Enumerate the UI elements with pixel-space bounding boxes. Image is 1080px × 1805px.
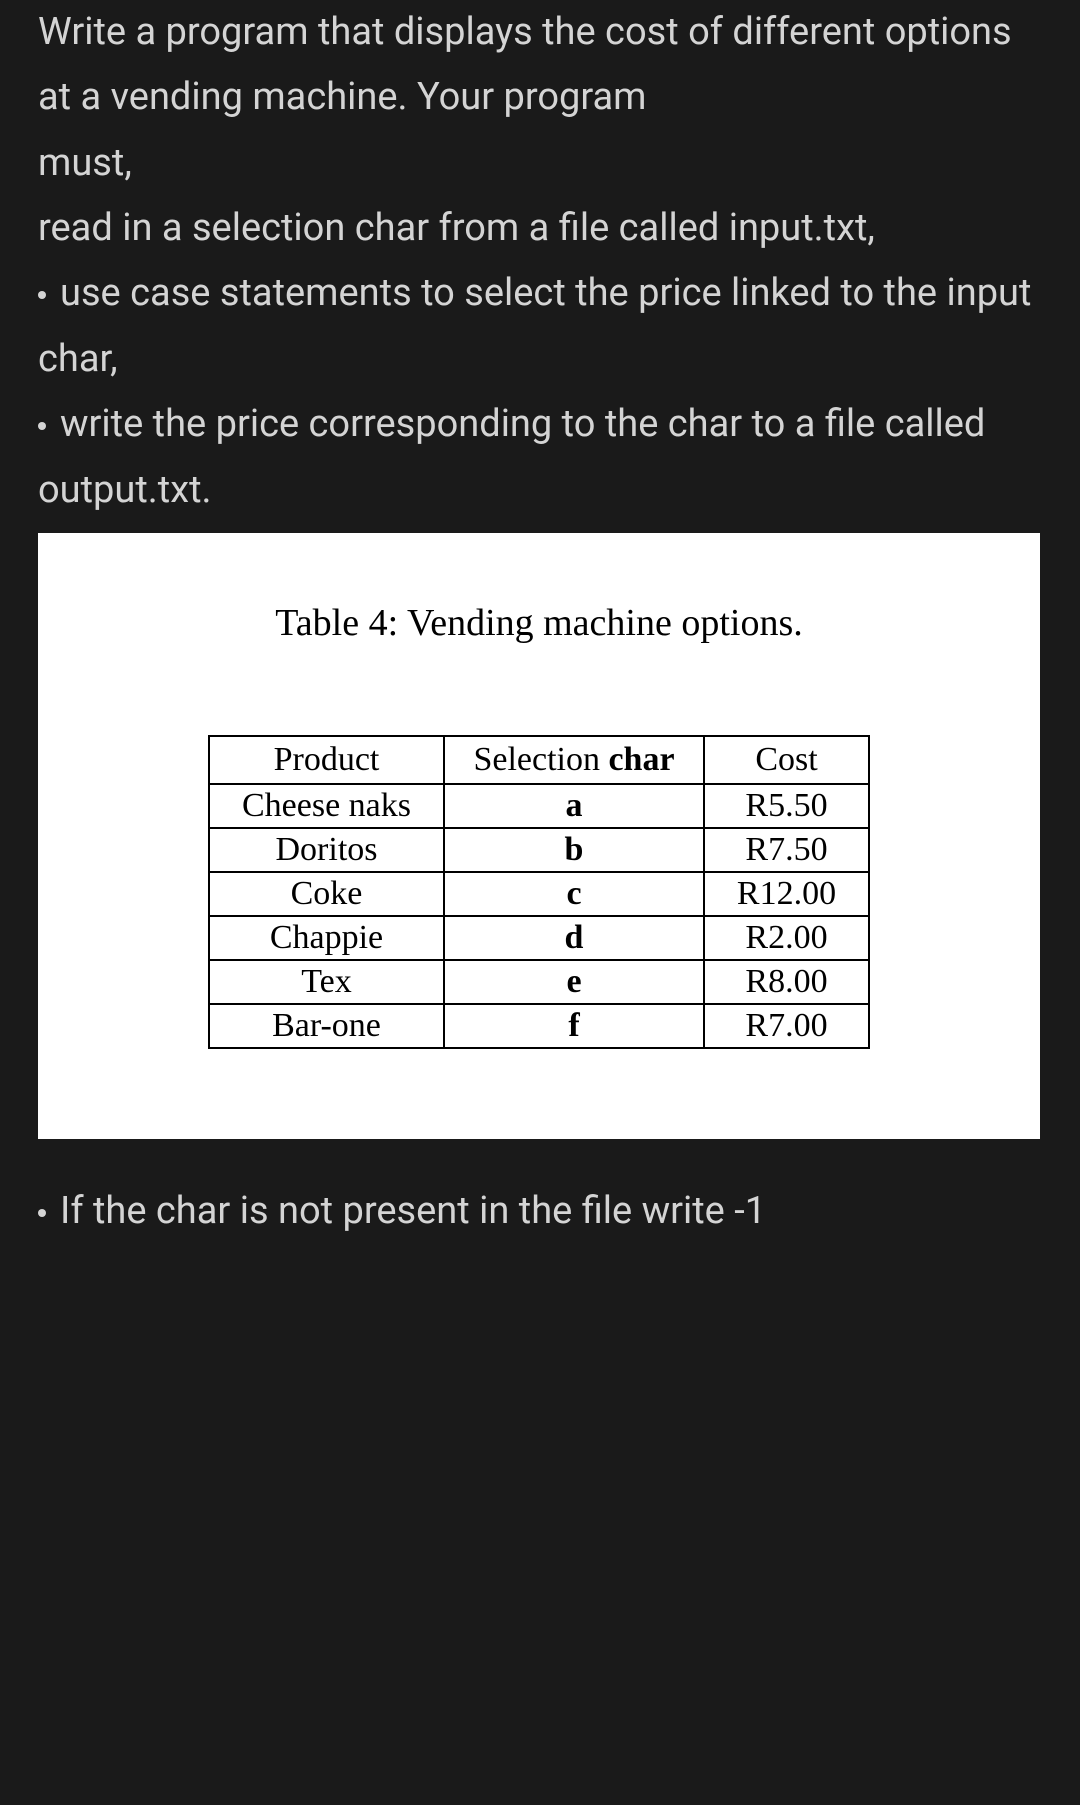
table-row: Chappie d R2.00 xyxy=(209,916,869,960)
cell-char: d xyxy=(444,916,704,960)
cell-char: c xyxy=(444,872,704,916)
cell-product: Bar-one xyxy=(209,1004,444,1048)
instruction-paragraph-1: Write a program that displays the cost o… xyxy=(38,0,1042,131)
cell-product: Doritos xyxy=(209,828,444,872)
cell-char: f xyxy=(444,1004,704,1048)
header-cost: Cost xyxy=(704,736,869,784)
bullet-icon xyxy=(38,291,46,299)
table-row: Cheese naks a R5.50 xyxy=(209,784,869,828)
cell-char: b xyxy=(444,828,704,872)
cell-cost: R2.00 xyxy=(704,916,869,960)
cell-char: a xyxy=(444,784,704,828)
cell-cost: R7.00 xyxy=(704,1004,869,1048)
cell-cost: R7.50 xyxy=(704,828,869,872)
header-selection-char: Selection char xyxy=(444,736,704,784)
table-row: Bar-one f R7.00 xyxy=(209,1004,869,1048)
cell-product: Cheese naks xyxy=(209,784,444,828)
cell-product: Chappie xyxy=(209,916,444,960)
instruction-paragraph-3: read in a selection char from a file cal… xyxy=(38,196,1042,261)
table-row: Doritos b R7.50 xyxy=(209,828,869,872)
table-row: Tex e R8.00 xyxy=(209,960,869,1004)
table-header-row: Product Selection char Cost xyxy=(209,736,869,784)
header-product: Product xyxy=(209,736,444,784)
cell-cost: R12.00 xyxy=(704,872,869,916)
cell-cost: R5.50 xyxy=(704,784,869,828)
table-figure: Table 4: Vending machine options. Produc… xyxy=(38,533,1040,1139)
instruction-bullet-1: use case statements to select the price … xyxy=(38,261,1042,392)
bullet-icon xyxy=(38,422,46,430)
table-caption: Table 4: Vending machine options. xyxy=(68,601,1010,645)
cell-cost: R8.00 xyxy=(704,960,869,1004)
instruction-bullet-2: write the price corresponding to the cha… xyxy=(38,392,1042,523)
table-row: Coke c R12.00 xyxy=(209,872,869,916)
cell-product: Coke xyxy=(209,872,444,916)
bullet-icon xyxy=(38,1209,46,1217)
problem-statement: Write a program that displays the cost o… xyxy=(0,0,1080,1244)
vending-options-table: Product Selection char Cost Cheese naks … xyxy=(208,735,870,1049)
cell-product: Tex xyxy=(209,960,444,1004)
instruction-bullet-3: If the char is not present in the file w… xyxy=(38,1179,1042,1244)
instruction-paragraph-2: must, xyxy=(38,131,1042,196)
cell-char: e xyxy=(444,960,704,1004)
